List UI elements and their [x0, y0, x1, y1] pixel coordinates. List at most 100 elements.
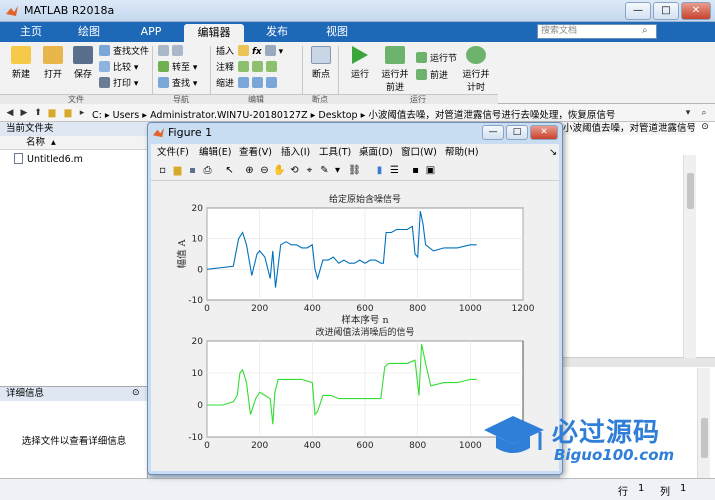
splitter[interactable]	[560, 357, 715, 367]
col-value: 1	[680, 483, 687, 494]
forward-arrow-icon[interactable]: ▶	[18, 106, 30, 120]
breadcrumb-item[interactable]: C:	[92, 110, 102, 121]
panel-menu-icon[interactable]: ⊙	[696, 122, 714, 135]
figure-title: Figure 1	[168, 126, 213, 139]
zoom-in-icon[interactable]: ⊕	[243, 164, 256, 177]
indent-button[interactable]: 缩进	[216, 77, 280, 91]
editor-scrollbar[interactable]	[683, 155, 696, 358]
search-docs-input[interactable]: 搜索文档	[537, 24, 657, 39]
zoom-out-icon[interactable]: ⊖	[258, 164, 271, 177]
edit-plot-icon[interactable]: ↖	[223, 164, 236, 177]
menu-view[interactable]: 查看(V)	[239, 144, 272, 161]
back-arrow-icon[interactable]: ◀	[4, 106, 16, 120]
comment-icon	[238, 61, 250, 72]
run-button[interactable]: 运行	[344, 46, 376, 80]
goto-back-button[interactable]	[158, 45, 186, 59]
run-and-time-button[interactable]: 运行并计时	[460, 46, 492, 93]
hide-plot-tools-icon[interactable]: ▪	[409, 164, 422, 177]
fx-button[interactable]: fx	[252, 47, 262, 57]
menu-insert[interactable]: 插入(I)	[281, 144, 310, 161]
run-and-advance-label: 运行并前进	[381, 70, 409, 93]
menu-tools[interactable]: 工具(T)	[319, 144, 351, 161]
uncomment-icon	[252, 61, 264, 72]
advance-button[interactable]: 前进	[416, 69, 448, 83]
brush-icon[interactable]: ✎	[318, 164, 331, 177]
browse-folder-icon[interactable]: ▆	[46, 106, 58, 120]
save-label: 保存	[73, 70, 92, 80]
figure-minimize-button[interactable]: —	[482, 125, 504, 140]
tab-editor[interactable]: 编辑器	[184, 24, 244, 42]
tab-apps[interactable]: APP	[128, 22, 174, 42]
print-figure-icon[interactable]: ⎙	[201, 164, 214, 177]
tab-plots[interactable]: 绘图	[66, 22, 112, 42]
search-icon[interactable]: ⌕	[642, 25, 654, 37]
breadcrumb-item[interactable]: 小波阈值去噪，对管道泄露信号进行去噪处理，恢复原信号	[368, 110, 615, 121]
name-column-label[interactable]: 名称	[26, 137, 45, 148]
breadcrumb-item[interactable]: Desktop	[318, 110, 357, 121]
new-button[interactable]: 新建	[6, 46, 36, 80]
pan-icon[interactable]: ✋	[273, 164, 286, 177]
root-chevron-icon[interactable]: ▸	[76, 106, 88, 120]
colorbar-icon[interactable]: ▮	[373, 164, 386, 177]
goto-button[interactable]: 转至 ▾	[158, 61, 197, 75]
current-folder-panel: 当前文件夹 名称 ▴ Untitled6.m	[0, 122, 148, 386]
close-button[interactable]: ✕	[681, 2, 711, 20]
column-header[interactable]: 名称 ▴	[0, 136, 148, 150]
path-dropdown-icon[interactable]: ▾	[682, 106, 694, 120]
up-folder-icon[interactable]: ⬆	[32, 106, 44, 120]
menu-desktop[interactable]: 桌面(D)	[359, 144, 393, 161]
menu-window[interactable]: 窗口(W)	[401, 144, 437, 161]
find-button[interactable]: 查找 ▾	[158, 77, 197, 91]
new-icon	[11, 46, 31, 64]
show-plot-tools-icon[interactable]: ▣	[424, 164, 437, 177]
print-label: 打印	[113, 79, 132, 89]
comment-label: 注释	[216, 63, 235, 73]
run-section-button[interactable]: 运行节	[416, 52, 457, 66]
figure-close-button[interactable]: ✕	[530, 125, 558, 140]
compare-icon	[99, 61, 110, 72]
row-value: 1	[638, 483, 645, 494]
tab-view[interactable]: 视图	[314, 22, 360, 42]
legend-icon[interactable]: ☰	[388, 164, 401, 177]
open-file-icon[interactable]: ▆	[171, 164, 184, 177]
save-button[interactable]: 保存	[68, 46, 98, 80]
maximize-button[interactable]: □	[653, 2, 679, 20]
chart-title: 给定原始含噪信号	[329, 193, 401, 205]
breadcrumb-item[interactable]: Users	[113, 110, 140, 121]
run-and-advance-button[interactable]: 运行并前进	[378, 46, 412, 93]
comment-button[interactable]: 注释	[216, 61, 280, 75]
menu-edit[interactable]: 编辑(E)	[199, 144, 231, 161]
compare-button[interactable]: 比较 ▾	[99, 61, 138, 75]
breakpoints-button[interactable]: 断点	[306, 46, 336, 80]
wrap-comment-icon	[266, 61, 278, 72]
open-button[interactable]: 打开	[38, 46, 68, 80]
insert-icon	[238, 45, 250, 56]
data-cursor-icon[interactable]: ⌖	[303, 164, 316, 177]
folder-icon[interactable]: ▆	[62, 106, 74, 120]
search-path-icon[interactable]: ⌕	[698, 106, 710, 120]
figure-maximize-button[interactable]: □	[506, 125, 528, 140]
file-group-label: 文件	[0, 94, 152, 104]
file-list-item[interactable]: Untitled6.m	[14, 153, 83, 166]
panel-menu-icon[interactable]: ⊙	[132, 388, 140, 398]
save-figure-icon[interactable]: ▪	[186, 164, 199, 177]
brush-dropdown-icon[interactable]: ▾	[331, 164, 344, 177]
menu-help[interactable]: 帮助(H)	[445, 144, 479, 161]
y-tick-label: -10	[188, 296, 203, 306]
insert-button[interactable]: 插入 fx ▾	[216, 45, 283, 59]
minimize-button[interactable]: —	[625, 2, 651, 20]
rotate-3d-icon[interactable]: ⟲	[288, 164, 301, 177]
menu-file[interactable]: 文件(F)	[157, 144, 189, 161]
new-figure-icon[interactable]: ▫	[156, 164, 169, 177]
breadcrumb-item[interactable]: Administrator.WIN7U-20180127Z	[150, 110, 308, 121]
tab-home[interactable]: 主页	[8, 22, 54, 42]
tab-publish[interactable]: 发布	[254, 22, 300, 42]
breadcrumb[interactable]: C: ▸ Users ▸ Administrator.WIN7U-2018012…	[92, 107, 615, 121]
menubar-dock-icon[interactable]: ↘	[549, 144, 557, 161]
x-axis-label: 样本序号 n	[341, 314, 388, 326]
scroll-thumb[interactable]	[686, 173, 694, 209]
find-files-button[interactable]: 查找文件	[99, 45, 149, 59]
print-button[interactable]: 打印 ▾	[99, 77, 138, 91]
link-plot-icon[interactable]: ⛓	[348, 164, 361, 177]
run-label: 运行	[350, 70, 369, 80]
